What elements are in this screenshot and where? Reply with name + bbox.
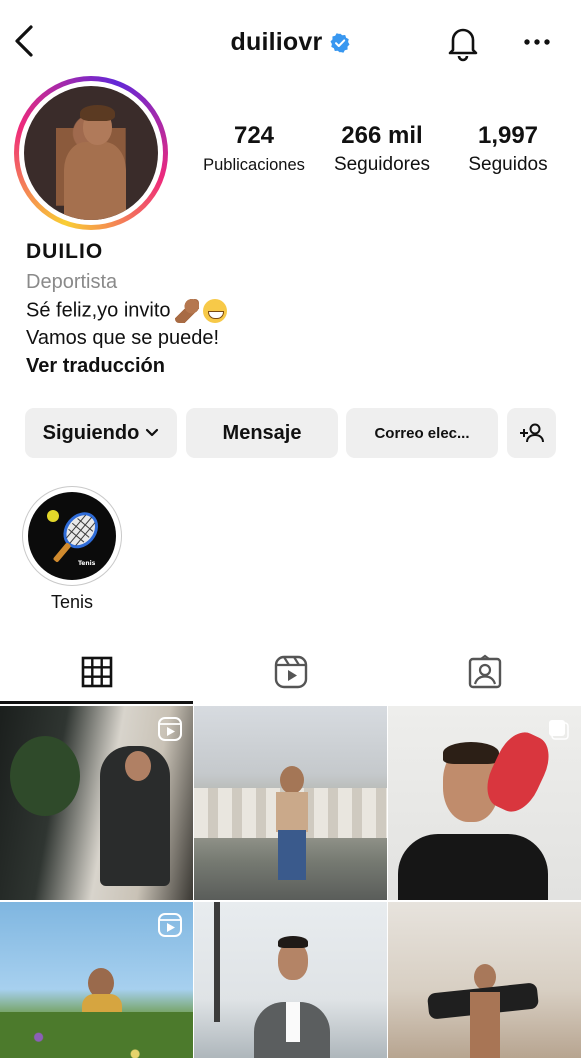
highlight-caption: Tenis bbox=[78, 560, 96, 567]
verified-badge-icon bbox=[330, 32, 350, 53]
category-label: Deportista bbox=[26, 271, 118, 293]
posts-grid bbox=[0, 706, 581, 1058]
highlight-label[interactable]: Tenis bbox=[22, 592, 122, 613]
add-person-icon bbox=[519, 423, 544, 443]
profile-stats: 724 Publicaciones 266 mil Seguidores 1,9… bbox=[190, 122, 580, 182]
multiple-icon bbox=[549, 720, 569, 740]
top-bar: duiliovr bbox=[0, 0, 581, 86]
username-header: duiliovr bbox=[0, 28, 581, 57]
username: duiliovr bbox=[230, 28, 323, 56]
bio-line: Vamos que se puede! bbox=[26, 327, 220, 349]
stat-posts[interactable]: 724 Publicaciones bbox=[190, 122, 318, 175]
grinning-face-icon bbox=[202, 299, 227, 323]
tab-posts[interactable] bbox=[0, 640, 193, 704]
post-thumbnail[interactable] bbox=[194, 902, 387, 1058]
tennis-racket-icon: Tenis bbox=[28, 492, 116, 580]
avatar-photo bbox=[24, 86, 158, 220]
add-person-button[interactable] bbox=[507, 408, 556, 458]
post-thumbnail[interactable] bbox=[388, 706, 581, 900]
more-horizontal-icon[interactable] bbox=[520, 28, 554, 56]
post-thumbnail[interactable] bbox=[194, 706, 387, 900]
flexed-biceps-icon bbox=[174, 299, 199, 323]
post-thumbnail[interactable] bbox=[0, 902, 193, 1058]
post-thumbnail[interactable] bbox=[388, 902, 581, 1058]
display-name: DUILIO bbox=[26, 240, 104, 263]
stat-value: 1,997 bbox=[477, 122, 539, 149]
tab-tagged[interactable] bbox=[388, 640, 581, 704]
stat-followers[interactable]: 266 mil Seguidores bbox=[324, 122, 440, 176]
stat-value: 266 mil bbox=[341, 122, 423, 149]
stat-label: Seguidores bbox=[333, 154, 431, 175]
reel-icon bbox=[158, 717, 182, 741]
story-highlight[interactable]: Tenis bbox=[22, 486, 122, 586]
profile-bio: DUILIO Deportista Sé feliz,yo invito Vam… bbox=[26, 240, 566, 383]
bio-line: Sé feliz,yo invito bbox=[26, 299, 566, 327]
stat-value: 724 bbox=[233, 122, 275, 149]
profile-tabs bbox=[0, 640, 581, 704]
tab-reels[interactable] bbox=[194, 640, 387, 704]
following-button[interactable]: Siguiendo bbox=[25, 408, 177, 458]
message-button[interactable]: Mensaje bbox=[186, 408, 338, 458]
stat-following[interactable]: 1,997 Seguidos bbox=[452, 122, 564, 176]
grid-icon bbox=[81, 656, 112, 688]
active-tab-indicator bbox=[0, 701, 193, 704]
tagged-icon bbox=[468, 654, 501, 689]
stat-label: Seguidos bbox=[468, 154, 548, 175]
reels-icon bbox=[274, 655, 307, 689]
profile-avatar[interactable] bbox=[14, 76, 168, 230]
stat-label: Publicaciones bbox=[203, 156, 305, 174]
post-thumbnail[interactable] bbox=[0, 706, 193, 900]
see-translation-link[interactable]: Ver traducción bbox=[26, 355, 566, 383]
chevron-down-icon bbox=[146, 428, 159, 437]
email-button[interactable]: Correo elec... bbox=[346, 408, 498, 458]
reel-icon bbox=[158, 913, 182, 937]
bell-icon[interactable] bbox=[443, 22, 483, 62]
